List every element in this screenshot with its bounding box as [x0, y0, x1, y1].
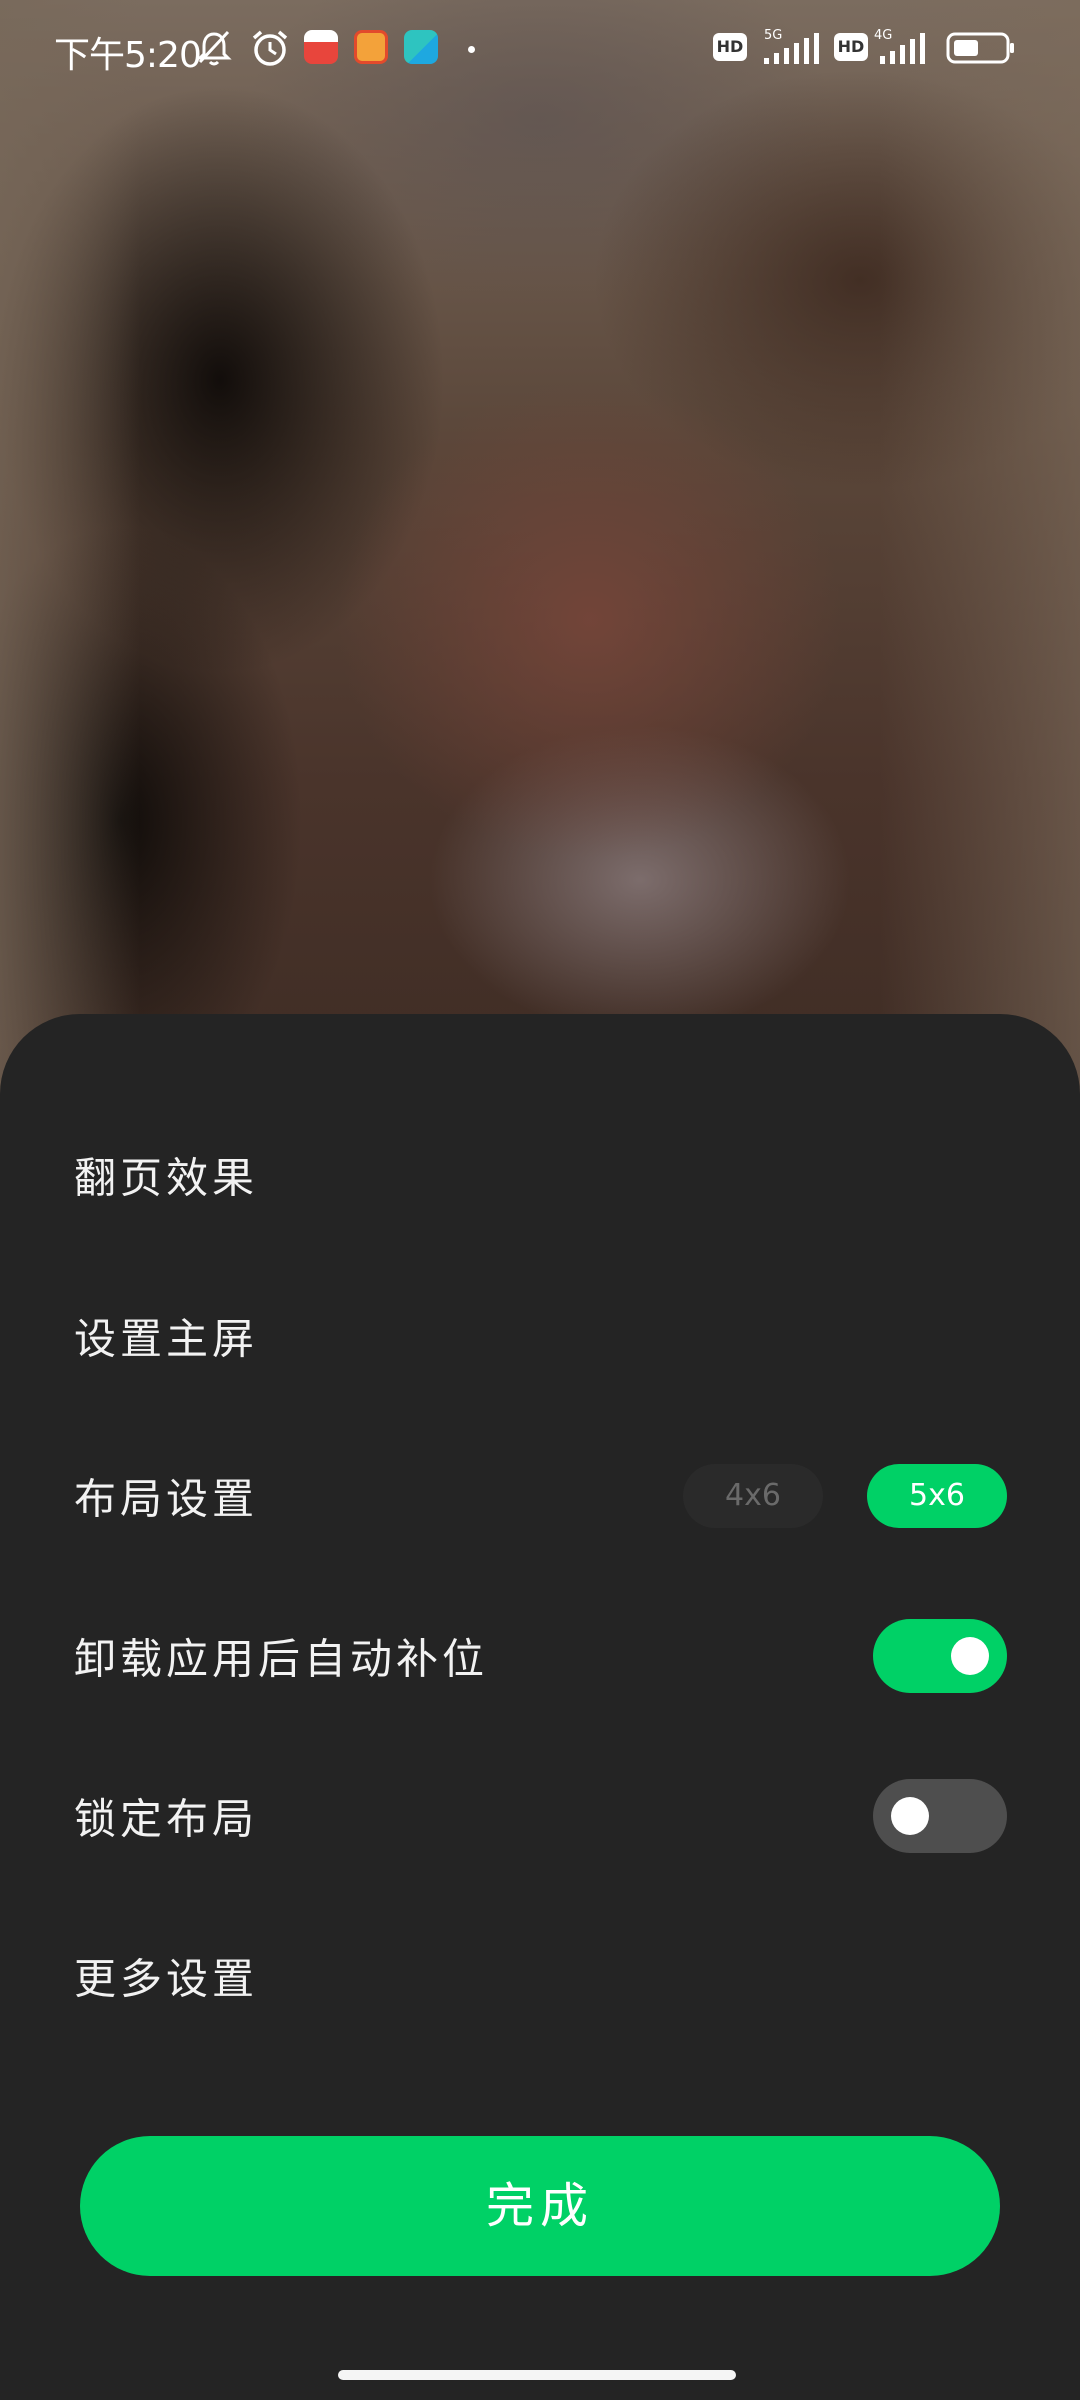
- screen: 下午5:20 HD 5G HD 4G 翻页效果 设置主屏 布局设置 4x6 5x…: [0, 0, 1080, 2400]
- auto-fill-toggle[interactable]: [873, 1619, 1007, 1693]
- blurred-wallpaper: [0, 0, 1080, 1120]
- done-button[interactable]: 完成: [80, 2136, 1000, 2276]
- app-notification-icon: [304, 30, 338, 64]
- set-home-row[interactable]: 设置主屏: [0, 1276, 1080, 1396]
- more-settings-label: 更多设置: [74, 1954, 259, 2004]
- alarm-icon: [252, 30, 288, 66]
- status-bar: 下午5:20 HD 5G HD 4G: [0, 0, 1080, 100]
- hd-badge: HD: [713, 33, 747, 61]
- auto-fill-row: 卸载应用后自动补位: [0, 1596, 1080, 1716]
- auto-fill-label: 卸载应用后自动补位: [74, 1634, 489, 1684]
- layout-option-4x6[interactable]: 4x6: [683, 1464, 823, 1528]
- layout-option-5x6[interactable]: 5x6: [867, 1464, 1007, 1528]
- lock-layout-label: 锁定布局: [74, 1794, 259, 1844]
- battery-icon: [946, 32, 1014, 64]
- lock-layout-row: 锁定布局: [0, 1756, 1080, 1876]
- hd-badge-2: HD: [834, 33, 868, 61]
- more-settings-row[interactable]: 更多设置: [0, 1916, 1080, 2036]
- layout-row: 布局设置 4x6 5x6: [0, 1436, 1080, 1556]
- toggle-knob: [891, 1797, 929, 1835]
- page-effect-row[interactable]: 翻页效果: [0, 1115, 1080, 1235]
- page-effect-label: 翻页效果: [74, 1153, 259, 1203]
- home-indicator[interactable]: [338, 2370, 736, 2380]
- status-time: 下午5:20: [54, 35, 202, 76]
- layout-label: 布局设置: [74, 1474, 259, 1524]
- more-notifications-dot: [468, 46, 475, 53]
- signal-icon: [764, 33, 819, 64]
- lock-layout-toggle[interactable]: [873, 1779, 1007, 1853]
- taobao-notification-icon: [354, 30, 388, 64]
- message-notification-icon: [404, 30, 438, 64]
- mute-bell-icon: [196, 30, 232, 66]
- signal-icon-2: [880, 33, 925, 64]
- toggle-knob: [951, 1637, 989, 1675]
- set-home-label: 设置主屏: [74, 1314, 259, 1364]
